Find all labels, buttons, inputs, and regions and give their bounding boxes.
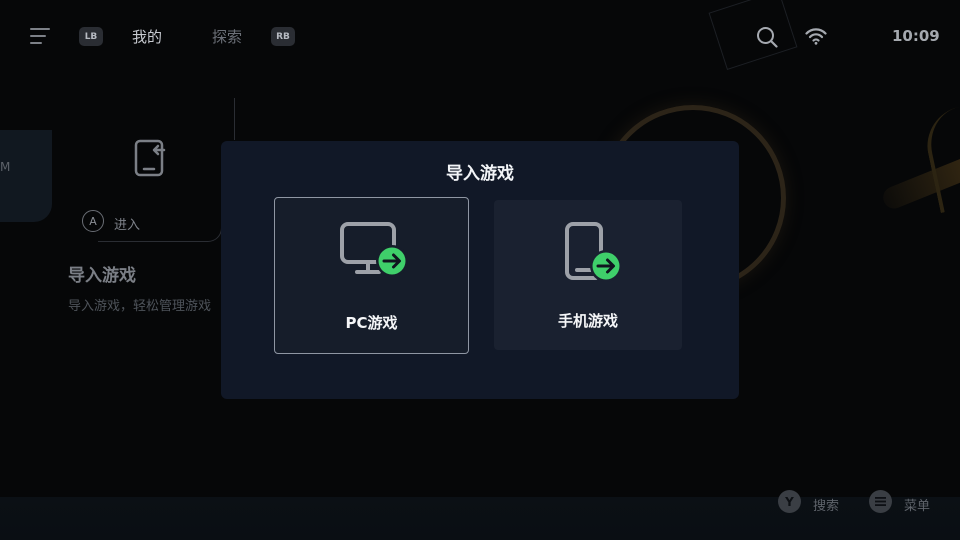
menu-icon[interactable]	[30, 28, 50, 44]
a-button-icon: A	[82, 210, 104, 232]
mobile-game-option[interactable]: 手机游戏	[494, 200, 682, 350]
enter-label: 进入	[114, 218, 141, 233]
rb-button-badge: RB	[271, 27, 295, 46]
lb-button-badge: LB	[79, 27, 103, 46]
y-button-icon: Y	[778, 490, 801, 513]
phone-arrow-icon	[565, 222, 622, 282]
background-game-card	[0, 130, 52, 222]
app-screen: LB 我的 探索 RB 10:09 M A 进入 导入游戏 导入游戏，轻松管理游…	[0, 0, 960, 540]
background-section-description: 导入游戏，轻松管理游戏	[68, 299, 212, 314]
clock: 10:09	[892, 27, 940, 45]
dialog-title: 导入游戏	[446, 164, 514, 184]
wifi-icon	[805, 28, 827, 45]
background-card-label: M	[0, 160, 11, 174]
menu-button-icon	[869, 490, 892, 513]
tab-explore[interactable]: 探索	[212, 26, 242, 47]
search-icon[interactable]	[756, 26, 778, 48]
import-phone-icon	[134, 139, 166, 177]
mobile-game-label: 手机游戏	[557, 312, 618, 330]
tab-mine[interactable]: 我的	[132, 26, 162, 47]
top-bar: LB 我的 探索 RB 10:09	[0, 0, 960, 72]
menu-hint-label[interactable]: 菜单	[904, 495, 930, 514]
background-divider	[234, 98, 235, 140]
background-arc-decoration	[920, 106, 960, 214]
import-game-dialog: 导入游戏 PC游戏 手机游戏	[221, 141, 739, 399]
search-hint-label[interactable]: 搜索	[813, 495, 839, 514]
monitor-arrow-icon	[339, 222, 408, 277]
background-section-title: 导入游戏	[68, 266, 136, 286]
pc-game-label: PC游戏	[345, 314, 398, 332]
pc-game-option[interactable]: PC游戏	[274, 197, 469, 354]
